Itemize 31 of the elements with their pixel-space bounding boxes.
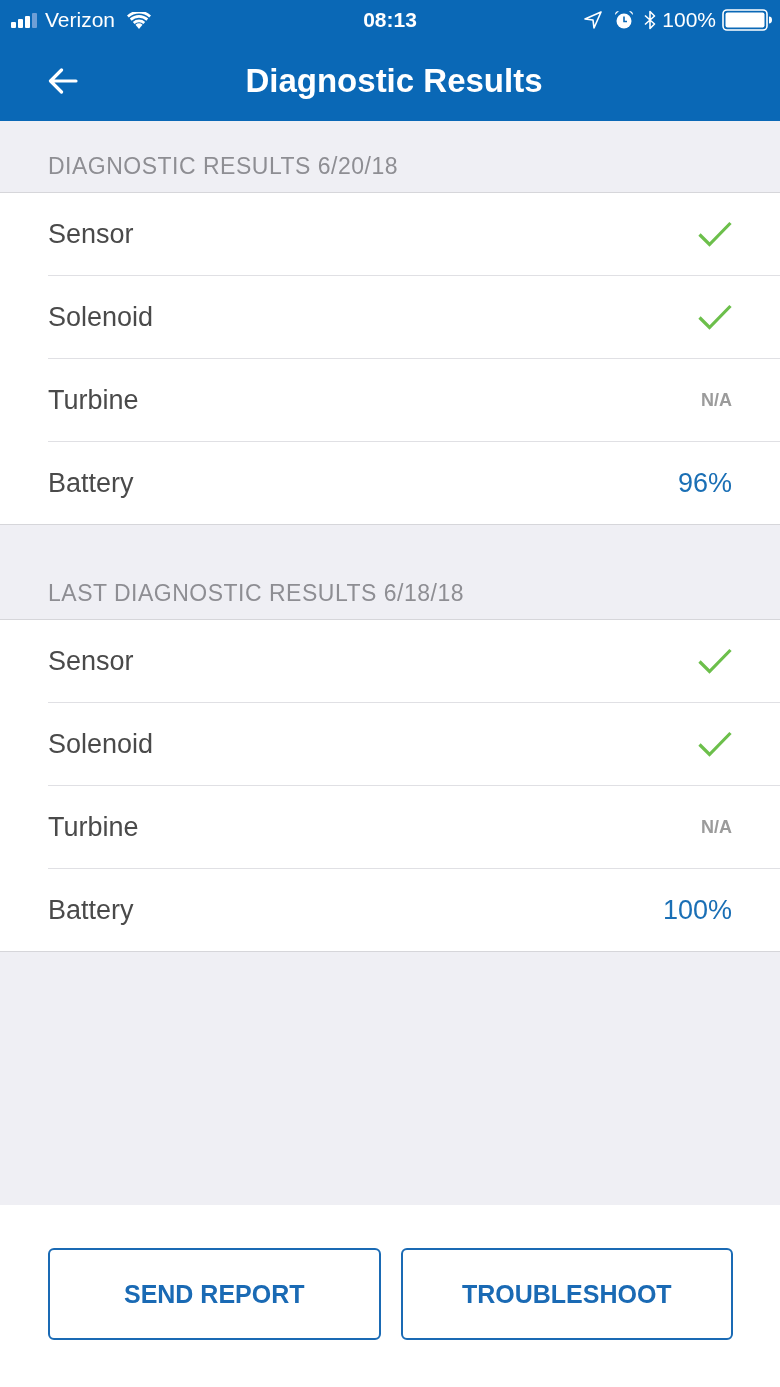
result-value: N/A xyxy=(701,816,732,838)
section-heading: DIAGNOSTIC RESULTS 6/20/18 xyxy=(48,153,398,180)
bluetooth-icon xyxy=(644,10,657,30)
result-label: Solenoid xyxy=(48,728,154,760)
checkmark-icon xyxy=(698,304,732,330)
battery-percent: 100% xyxy=(662,8,716,32)
result-value: N/A xyxy=(701,389,732,411)
alarm-icon xyxy=(614,10,635,30)
carrier-name: Verizon xyxy=(45,8,116,32)
status-time: 08:13 xyxy=(363,8,417,32)
result-label: Turbine xyxy=(48,384,139,416)
result-value: 96% xyxy=(677,467,732,499)
page-title: Diagnostic Results xyxy=(245,61,543,100)
signal-icon xyxy=(11,12,39,28)
result-label: Battery xyxy=(48,467,134,499)
checkmark-icon xyxy=(698,648,732,674)
action-button[interactable]: SEND REPORT xyxy=(48,1248,381,1340)
result-label: Sensor xyxy=(48,645,134,677)
location-icon xyxy=(584,11,603,29)
result-label: Turbine xyxy=(48,811,139,843)
result-value: 100% xyxy=(662,894,732,926)
battery-icon xyxy=(722,9,772,31)
result-label: Battery xyxy=(48,894,134,926)
result-label: Sensor xyxy=(48,218,134,250)
section-heading: LAST DIAGNOSTIC RESULTS 6/18/18 xyxy=(48,580,464,607)
wifi-icon xyxy=(127,11,152,29)
action-button[interactable]: TROUBLESHOOT xyxy=(400,1248,733,1340)
checkmark-icon xyxy=(698,221,732,247)
checkmark-icon xyxy=(698,731,732,757)
back-arrow-icon xyxy=(48,67,78,94)
result-label: Solenoid xyxy=(48,301,154,333)
